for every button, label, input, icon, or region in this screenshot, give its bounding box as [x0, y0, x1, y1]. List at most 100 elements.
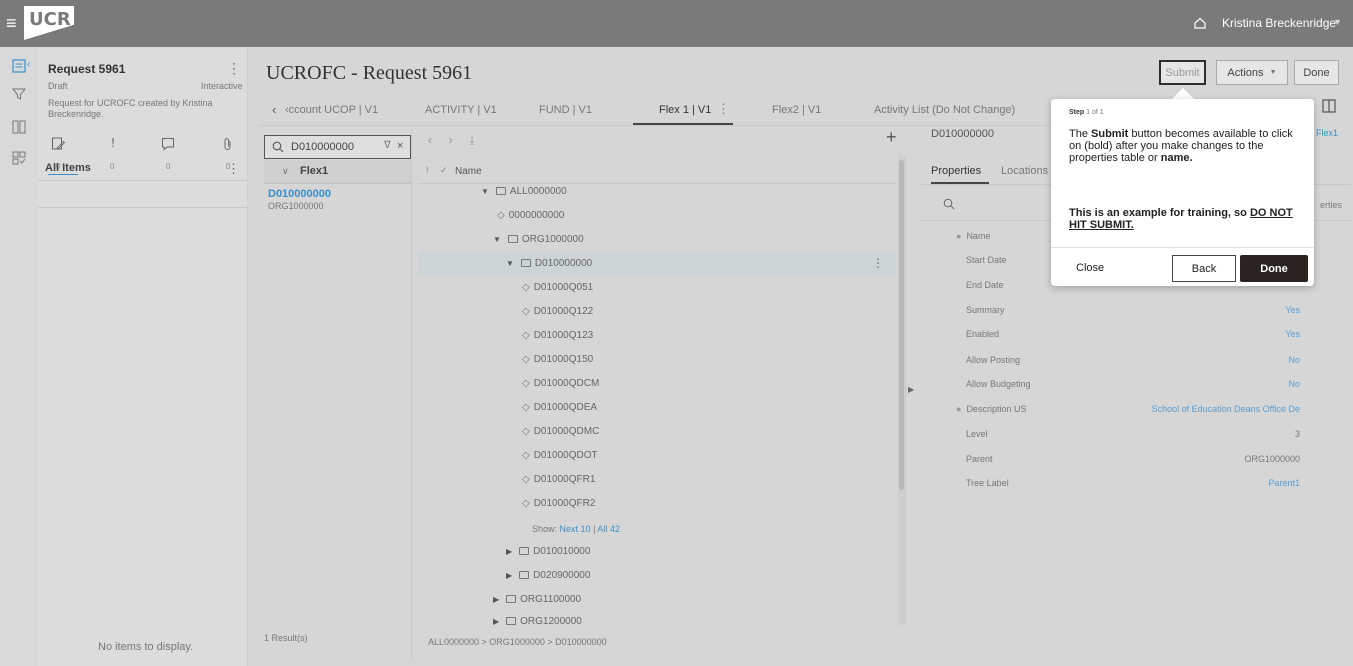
show-label: Show: [532, 524, 558, 534]
tab-activity[interactable]: ACTIVITY | V1 [425, 104, 497, 116]
prop-value-description[interactable]: School of Education Deans Office De [1152, 404, 1300, 414]
done-button[interactable]: Done [1294, 60, 1339, 85]
user-menu-caret-icon[interactable]: ▼ [1333, 17, 1342, 27]
tree-row[interactable]: ▶ D010010000 [506, 546, 590, 570]
expand-icon[interactable]: ▶ [506, 547, 512, 556]
tab-fund[interactable]: FUND | V1 [539, 104, 592, 116]
tree-row[interactable]: ◇ D01000Q051 [522, 282, 593, 306]
leaf-icon: ◇ [522, 426, 530, 437]
warning-text: This is an example for training, so [1069, 207, 1247, 219]
compare-icon[interactable] [12, 120, 26, 134]
actions-button[interactable]: Actions ▼ [1216, 60, 1288, 85]
tooltip-close-button[interactable]: Close [1076, 262, 1104, 274]
result-group-header[interactable]: ∨ Flex1 [264, 160, 411, 184]
tree-row[interactable]: ▶ ORG1100000 [493, 594, 581, 618]
request-list-icon[interactable] [12, 59, 26, 73]
tab-activity-list[interactable]: Activity List (Do Not Change) [874, 104, 1015, 116]
folder-icon [519, 571, 530, 579]
row-menu-icon[interactable]: ⋮ [872, 256, 884, 270]
divider [38, 180, 247, 181]
comment-icon[interactable] [161, 137, 175, 151]
folder-icon [520, 259, 531, 267]
tree-row[interactable]: ◇ D01000Q123 [522, 330, 593, 354]
prop-value-summary[interactable]: Yes [1285, 305, 1300, 315]
expand-icon[interactable]: ▼ [506, 259, 514, 268]
edit-document-icon[interactable] [51, 137, 65, 151]
ucr-logo[interactable]: UCR [24, 6, 74, 40]
tab-locations[interactable]: Locations [1001, 165, 1048, 177]
tabs-divider [259, 125, 1129, 126]
tooltip-back-button[interactable]: Back [1172, 255, 1236, 282]
attachment-icon[interactable] [221, 137, 235, 151]
clear-icon[interactable]: × [397, 140, 403, 152]
tree-row[interactable]: ◇ D01000QFR1 [522, 474, 595, 498]
tab-properties[interactable]: Properties [931, 165, 981, 177]
home-icon[interactable] [1193, 16, 1207, 30]
user-name[interactable]: Kristina Breckenridge [1222, 16, 1336, 30]
exclamation-icon[interactable]: ! [106, 135, 120, 150]
tree-back-icon[interactable]: ‹ [428, 133, 432, 147]
tree-row[interactable]: ◇ D01000Q150 [522, 354, 593, 378]
tab-flex2[interactable]: Flex2 | V1 [772, 104, 821, 116]
prop-value-parent: ORG1000000 [1244, 454, 1300, 464]
search-input[interactable]: D010000000 ∇ × [264, 135, 411, 159]
hamburger-menu-icon[interactable]: ≡ [6, 14, 17, 32]
guided-tour-tooltip: Step 1 of 1 The Submit button becomes av… [1051, 99, 1314, 286]
tree-row-label: D01000Q123 [533, 330, 594, 341]
request-description: Request for UCROFC created by Kristina B… [48, 98, 213, 119]
results-count: 1 Result(s) [264, 633, 308, 643]
expand-panel-icon[interactable]: ▶ [908, 385, 914, 394]
tree-row[interactable]: ◇ D01000QDOT [522, 450, 598, 474]
tree-row[interactable]: ◇ D01000QDCM [522, 378, 599, 402]
prop-value-allow-posting[interactable]: No [1288, 355, 1300, 365]
tooltip-done-button[interactable]: Done [1240, 255, 1308, 282]
tab-flex1[interactable]: Flex 1 | V1 [659, 104, 711, 116]
expand-icon[interactable]: ▶ [493, 617, 499, 625]
download-icon[interactable]: ⤓ [469, 133, 474, 147]
tree-scrollbar-thumb[interactable] [899, 160, 904, 490]
expand-icon[interactable]: ▼ [493, 235, 501, 244]
tree-row[interactable]: ◇ D01000QFR2 [522, 498, 595, 522]
filter-icon[interactable] [12, 87, 26, 101]
panel-layout-icon[interactable] [1322, 99, 1336, 113]
request-menu-icon[interactable]: ⋮ [227, 60, 241, 77]
expand-icon[interactable]: ▶ [506, 571, 512, 580]
tree-toolbar: ‹ › ⤓ [428, 133, 475, 148]
tree-row[interactable]: ▶ D020900000 [506, 570, 590, 594]
add-node-icon[interactable]: + [886, 127, 897, 148]
expand-icon[interactable]: ▶ [493, 595, 499, 604]
request-title: Request 5961 [48, 62, 126, 76]
tree-row[interactable]: ◇ D01000QDMC [522, 426, 599, 450]
expand-icon[interactable]: ▼ [481, 187, 489, 196]
tab-menu-icon[interactable]: ⋮ [717, 101, 730, 117]
prop-value-tree-label[interactable]: Parent1 [1268, 478, 1300, 488]
submit-button[interactable]: Submit [1159, 60, 1206, 85]
search-icon[interactable] [943, 198, 955, 210]
tree-forward-icon[interactable]: › [449, 133, 453, 147]
tooltip-warning: This is an example for training, so DO N… [1069, 207, 1294, 231]
collapse-chevron-icon[interactable]: ‹ [27, 59, 30, 70]
tree-row[interactable]: ▼ ALL0000000 [481, 186, 567, 210]
prop-label-description: ● Description US [956, 404, 1026, 414]
tree-row[interactable]: ▼ D010000000 [506, 258, 592, 282]
all-items-menu-icon[interactable]: ⋮ [227, 161, 240, 177]
next-10-link[interactable]: Next 10 [560, 524, 591, 534]
tree-row-label: D01000QFR1 [533, 474, 596, 485]
tab-account[interactable]: ‹ccount UCOP | V1 [285, 104, 378, 116]
prop-value-allow-budgeting[interactable]: No [1288, 379, 1300, 389]
search-value: D010000000 [291, 141, 355, 153]
tree-row[interactable]: ◇ 0000000000 [497, 210, 564, 234]
filter-icon[interactable]: ∇ [384, 140, 391, 151]
tree-row[interactable]: ◇ D01000Q122 [522, 306, 593, 330]
name-column-header[interactable]: Name [455, 166, 482, 177]
tree-row[interactable]: ◇ D01000QDEA [522, 402, 597, 426]
tree-row-label: D01000Q051 [533, 282, 594, 293]
tree-row[interactable]: ▶ ORG1200000 [493, 616, 582, 625]
prop-value-enabled[interactable]: Yes [1285, 329, 1300, 339]
tree-row[interactable]: ▼ ORG1000000 [493, 234, 584, 258]
all-42-link[interactable]: All 42 [597, 524, 620, 534]
search-result-title[interactable]: D010000000 [268, 188, 331, 200]
request-status: Draft [48, 81, 68, 91]
dashboard-icon[interactable] [12, 151, 26, 165]
tree-link[interactable]: Flex1 [1316, 128, 1338, 138]
